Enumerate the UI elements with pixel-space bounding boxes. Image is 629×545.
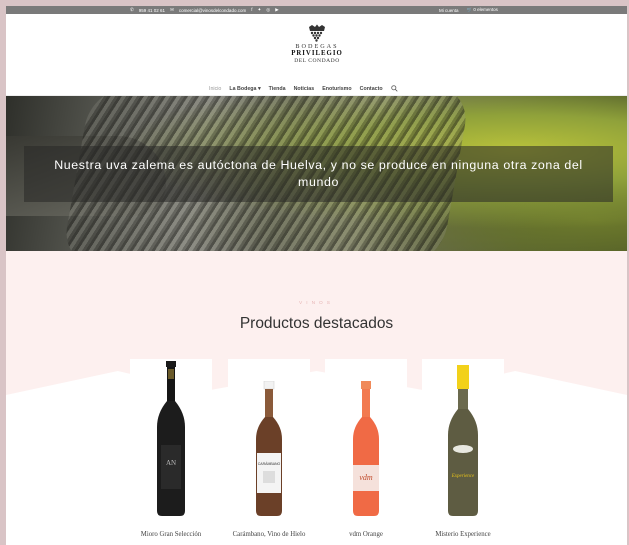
site-logo[interactable]: BODEGAS PRIVILEGIO DEL CONDADO xyxy=(282,24,352,64)
top-bar: ✆ 959 41 02 61 ✉ comercial@vinosdelconda… xyxy=(6,6,627,14)
email-icon: ✉ xyxy=(170,7,174,12)
svg-text:AN: AN xyxy=(166,459,176,467)
main-nav: Inicio La Bodega ▾ Tienda Noticias Enotu… xyxy=(209,85,398,92)
product-name-misterio[interactable]: Misterio Experience xyxy=(415,531,511,538)
wine-bottle-image: CARÁMBANO xyxy=(256,381,282,516)
product-card-carambano[interactable]: CARÁMBANO xyxy=(228,359,310,529)
product-card-mioro[interactable]: AN xyxy=(130,359,212,529)
svg-text:Experience: Experience xyxy=(451,474,475,479)
page: ✆ 959 41 02 61 ✉ comercial@vinosdelconda… xyxy=(6,6,627,545)
logo-text-privilegio: PRIVILEGIO xyxy=(291,50,343,57)
section-eyebrow: VINOS xyxy=(299,301,334,306)
section-title: Productos destacados xyxy=(239,315,394,332)
email-link[interactable]: comercial@vinosdelcondado.com xyxy=(179,8,246,13)
facebook-icon[interactable]: f xyxy=(251,7,252,13)
logo-text-bodegas: BODEGAS xyxy=(295,43,339,50)
site-header: BODEGAS PRIVILEGIO DEL CONDADO Inicio La… xyxy=(6,14,627,96)
chevron-down-icon: ▾ xyxy=(257,85,261,92)
svg-text:CARÁMBANO: CARÁMBANO xyxy=(258,462,281,466)
hero-caption: Nuestra uva zalema es autóctona de Huelv… xyxy=(24,146,613,202)
logo-text-condado: DEL CONDADO xyxy=(294,58,340,64)
nav-item-noticias[interactable]: Noticias xyxy=(294,86,315,92)
nav-item-tienda[interactable]: Tienda xyxy=(269,86,286,92)
grape-crown-icon xyxy=(309,24,325,42)
phone-number[interactable]: 959 41 02 61 xyxy=(139,8,165,13)
product-name-mioro[interactable]: Mioro Gran Selección xyxy=(123,531,219,538)
twitter-icon[interactable]: ✦ xyxy=(257,7,261,13)
search-icon[interactable] xyxy=(390,85,398,92)
nav-item-inicio[interactable]: Inicio xyxy=(209,86,221,92)
section-background-shape xyxy=(6,371,627,545)
youtube-icon[interactable]: ▶ xyxy=(275,7,278,13)
instagram-icon[interactable]: ◎ xyxy=(266,7,270,13)
cart-icon[interactable]: 🛒 xyxy=(467,7,473,12)
account-link[interactable]: Mi cuenta xyxy=(439,8,459,13)
wine-bottle-image: Experience xyxy=(448,365,478,516)
product-card-vdm-orange[interactable]: vdm xyxy=(325,359,407,529)
featured-products-section: VINOS Productos destacados AN Mioro Gran… xyxy=(6,251,627,545)
phone-icon: ✆ xyxy=(130,7,134,12)
product-name-vdm-orange[interactable]: vdm Orange xyxy=(318,531,414,538)
cart-link[interactable]: 0 elementos xyxy=(473,7,498,12)
nav-item-la-bodega[interactable]: La Bodega ▾ xyxy=(229,86,260,92)
svg-text:vdm: vdm xyxy=(359,473,373,482)
hero-banner: Nuestra uva zalema es autóctona de Huelv… xyxy=(6,96,627,251)
wine-bottle-image: vdm xyxy=(353,381,379,516)
nav-item-enoturismo[interactable]: Enoturismo xyxy=(322,86,351,92)
product-card-misterio[interactable]: Experience xyxy=(422,359,504,529)
product-name-carambano[interactable]: Carámbano, Vino de Hielo xyxy=(221,531,317,538)
nav-item-contacto[interactable]: Contacto xyxy=(360,86,383,92)
wine-bottle-image: AN xyxy=(157,361,185,516)
